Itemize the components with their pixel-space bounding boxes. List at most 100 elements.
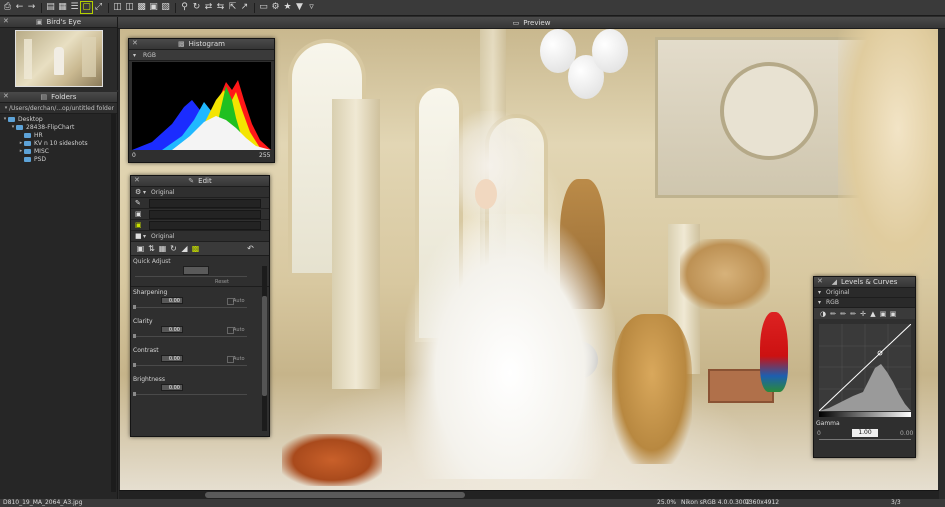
scrollbar-thumb[interactable]	[205, 492, 465, 498]
white-eyedropper-icon[interactable]: ✏	[848, 310, 858, 318]
list-view-icon[interactable]: ☰	[69, 2, 80, 13]
folders-scrollbar[interactable]	[111, 114, 116, 492]
folder-item-desktop[interactable]: ▾ Desktop	[0, 115, 117, 123]
histogram-graph	[132, 62, 271, 150]
folder-item-misc[interactable]: ▸ MISC	[0, 147, 117, 155]
undo-icon[interactable]: ↶	[245, 244, 256, 253]
status-filename: D810_19_MA_2064_A3.jpg	[3, 499, 83, 506]
back-icon[interactable]: ←	[14, 2, 25, 13]
brightness-slider[interactable]: Brightness 0.00	[131, 374, 269, 403]
funnel-icon[interactable]: ▿	[306, 2, 317, 13]
folder-icon: ▤	[40, 93, 48, 101]
rotate-icon[interactable]: ↻	[191, 2, 202, 13]
edit-adjust-row-1[interactable]: ✎	[131, 198, 269, 209]
auto-contrast-icon[interactable]: ▲	[868, 310, 878, 318]
edit-adjust-row-3[interactable]: ▣	[131, 220, 269, 231]
gray-eyedropper-icon[interactable]: ✏	[838, 310, 848, 318]
edit-title-bar[interactable]: ✕ ✎ Edit	[131, 176, 269, 187]
layout-icon[interactable]: ▣	[148, 2, 159, 13]
folder-icon	[8, 116, 15, 122]
edit-palette: ✕ ✎ Edit ⚙ ▾ Original ✎ ▣ ▣ ■ ▾ Original…	[130, 175, 270, 437]
levels-title-bar[interactable]: ✕ ◢ Levels & Curves	[814, 277, 915, 288]
preview-title: Preview	[523, 18, 551, 27]
sharpening-slider[interactable]: Sharpening 0.00 Auto	[131, 287, 269, 316]
folder-icon[interactable]: ▤	[45, 2, 56, 13]
levels-preset-dropdown[interactable]: ▾ Original	[814, 288, 915, 298]
white-point-value[interactable]: 0.00	[900, 430, 913, 437]
new-curve-icon[interactable]: ▣	[888, 310, 898, 318]
straighten-icon[interactable]: ⇅	[146, 244, 157, 253]
black-eyedropper-icon[interactable]: ✏	[828, 310, 838, 318]
edit-adjust-row-2[interactable]: ▣	[131, 209, 269, 220]
forward-icon[interactable]: →	[26, 2, 37, 13]
close-icon[interactable]: ✕	[3, 92, 9, 100]
single-view-icon[interactable]: ▢	[80, 1, 93, 14]
color-picker-icon[interactable]: ▩	[190, 244, 201, 253]
histogram-palette: ✕ ▩ Histogram ▾ RGB 0 255	[128, 38, 275, 163]
zoom-icon[interactable]: ⚲	[179, 2, 190, 13]
edit-scrollbar[interactable]	[262, 266, 267, 431]
folder-path-dropdown[interactable]: ▾ /Users/derchan/...op/untitled folder	[0, 103, 117, 114]
birds-eye-title: Bird's Eye	[46, 18, 82, 26]
gear-icon[interactable]: ⚙	[135, 188, 143, 196]
close-icon[interactable]: ✕	[3, 17, 9, 25]
edit-tools: ▣ ⇅ ▦ ↻ ◢ ▩ ↶	[131, 242, 269, 256]
print-icon[interactable]: ⎙	[2, 2, 13, 13]
histogram-channel-dropdown[interactable]: ▾ RGB	[129, 50, 274, 61]
folder-item-flipchart[interactable]: ▾ 28438-FlipChart	[0, 123, 117, 131]
crop-icon[interactable]: ⇄	[203, 2, 214, 13]
black-point-value[interactable]: 0	[817, 430, 821, 437]
gamma-input[interactable]: 1.00	[852, 429, 878, 437]
status-dimensions: 7360x4912	[745, 499, 780, 506]
folder-item-hr[interactable]: HR	[0, 131, 117, 139]
thumbnail-grid-icon[interactable]: ▦	[57, 2, 68, 13]
histogram-title-bar[interactable]: ✕ ▩ Histogram	[129, 39, 274, 50]
close-icon[interactable]: ✕	[132, 39, 138, 47]
chevron-down-icon: ▾	[818, 289, 822, 296]
edit-preset-row[interactable]: ⚙ ▾ Original	[131, 187, 269, 198]
monitor-icon[interactable]: ▭	[258, 2, 269, 13]
birds-eye-icon: ▣	[35, 18, 43, 26]
transfer-icon[interactable]: ⇆	[215, 2, 226, 13]
folders-title: Folders	[51, 93, 77, 101]
point-icon[interactable]: ✛	[858, 310, 868, 318]
export-icon[interactable]: ⇱	[227, 2, 238, 13]
fullscreen-icon[interactable]: ⤢	[93, 2, 104, 13]
compare-icon[interactable]: ◫	[112, 2, 123, 13]
retouch-icon[interactable]: ▦	[157, 244, 168, 253]
reset-button[interactable]: Reset	[215, 279, 229, 285]
levels-channel-dropdown[interactable]: ▾ RGB	[814, 298, 915, 308]
crop-icon[interactable]: ▣	[135, 244, 146, 253]
contrast-slider[interactable]: Contrast 0.00 Auto	[131, 345, 269, 374]
output-slider-track[interactable]	[819, 439, 911, 440]
folder-icon	[16, 124, 23, 130]
share-icon[interactable]: ↗	[239, 2, 250, 13]
folder-item-psd[interactable]: PSD	[0, 155, 117, 163]
contrast-icon[interactable]: ◑	[818, 310, 828, 318]
split-view-icon[interactable]: ◫	[124, 2, 135, 13]
clarity-slider[interactable]: Clarity 0.00 Auto	[131, 316, 269, 345]
stamp-icon: ■	[135, 232, 142, 240]
birds-eye-panel: ✕ ▣ Bird's Eye	[0, 17, 118, 90]
reset-curve-icon[interactable]: ▣	[878, 310, 888, 318]
curve-graph[interactable]	[818, 323, 912, 412]
rotate-icon[interactable]: ↻	[168, 244, 179, 253]
preview-horizontal-scrollbar[interactable]	[119, 490, 939, 499]
close-icon[interactable]: ✕	[817, 277, 823, 285]
close-icon[interactable]: ✕	[134, 176, 140, 184]
folder-icon	[24, 140, 31, 146]
grid-icon[interactable]: ▧	[160, 2, 171, 13]
star-icon[interactable]: ★	[282, 2, 293, 13]
folder-item-kv[interactable]: ▸ KV n 10 sideshots	[0, 139, 117, 147]
birds-eye-thumbnail[interactable]	[15, 30, 103, 87]
filter-icon[interactable]: ▼	[294, 2, 305, 13]
levels-icon[interactable]: ◢	[179, 244, 190, 253]
birds-eye-title-bar: ✕ ▣ Bird's Eye	[0, 17, 117, 28]
settings-icon[interactable]: ⚙	[270, 2, 281, 13]
levels-tools: ◑ ✏ ✏ ✏ ✛ ▲ ▣ ▣	[814, 308, 915, 319]
histogram-min-label: 0	[132, 152, 136, 159]
edit-preset-row-2[interactable]: ■ ▾ Original	[131, 231, 269, 242]
quick-adjust-field[interactable]	[183, 266, 209, 275]
filmstrip-icon[interactable]: ▩	[136, 2, 147, 13]
edit-title: Edit	[198, 177, 212, 185]
